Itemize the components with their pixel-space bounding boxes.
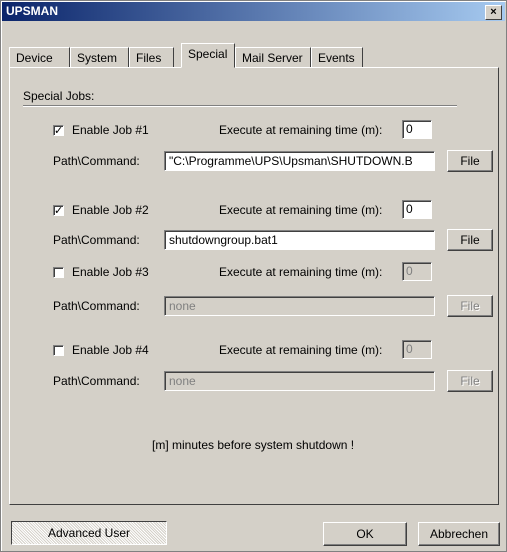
job-2-file-button[interactable]: File <box>447 229 493 251</box>
job-2-time-input[interactable]: 0 <box>402 200 432 219</box>
job-1-time-input[interactable]: 0 <box>402 120 432 139</box>
job-2-path-input[interactable]: shutdowngroup.bat1 <box>164 230 435 250</box>
special-jobs-label: Special Jobs: <box>23 89 95 103</box>
separator <box>23 105 457 107</box>
job-2-time-label: Execute at remaining time (m): <box>219 203 383 217</box>
job-1-file-button[interactable]: File <box>447 150 493 172</box>
upsman-window: UPSMAN × Device System Files Special Mai… <box>0 0 507 552</box>
enable-job-1-label: Enable Job #1 <box>72 123 149 137</box>
close-icon[interactable]: × <box>485 5 502 20</box>
tab-files[interactable]: Files <box>129 47 174 67</box>
job-1-path-input[interactable]: "C:\Programme\UPS\Upsman\SHUTDOWN.B <box>164 151 435 171</box>
tab-special[interactable]: Special <box>181 43 235 68</box>
advanced-user-button[interactable]: Advanced User <box>11 521 167 545</box>
job-3-path-input: none <box>164 296 435 316</box>
enable-job-1-checkbox[interactable]: ✓ <box>53 125 64 137</box>
job-3-time-label: Execute at remaining time (m): <box>219 265 383 279</box>
tab-events[interactable]: Events <box>311 47 363 67</box>
job-3-file-button: File <box>447 295 493 317</box>
enable-job-4-checkbox[interactable] <box>53 345 64 356</box>
title-bar: UPSMAN × <box>2 2 505 21</box>
tab-system[interactable]: System <box>70 47 129 67</box>
enable-job-2-label: Enable Job #2 <box>72 203 149 217</box>
enable-job-4-label: Enable Job #4 <box>72 343 149 357</box>
enable-job-2-checkbox[interactable]: ✓ <box>53 205 64 217</box>
ok-button[interactable]: OK <box>323 522 407 546</box>
job-1-time-label: Execute at remaining time (m): <box>219 123 383 137</box>
tab-device[interactable]: Device <box>9 47 70 67</box>
job-3-path-label: Path\Command: <box>53 299 140 313</box>
job-4-path-input: none <box>164 371 435 391</box>
job-3-time-input: 0 <box>402 262 432 281</box>
job-4-time-input: 0 <box>402 340 432 359</box>
job-2-path-label: Path\Command: <box>53 233 140 247</box>
job-4-time-label: Execute at remaining time (m): <box>219 343 383 357</box>
enable-job-3-label: Enable Job #3 <box>72 265 149 279</box>
job-4-path-label: Path\Command: <box>53 374 140 388</box>
job-1-path-label: Path\Command: <box>53 154 140 168</box>
window-title: UPSMAN <box>6 4 59 18</box>
footnote-text: [m] minutes before system shutdown ! <box>152 438 355 452</box>
cancel-button[interactable]: Abbrechen <box>418 522 500 546</box>
tab-mail-server[interactable]: Mail Server <box>235 47 311 67</box>
job-4-file-button: File <box>447 370 493 392</box>
enable-job-3-checkbox[interactable] <box>53 267 64 278</box>
